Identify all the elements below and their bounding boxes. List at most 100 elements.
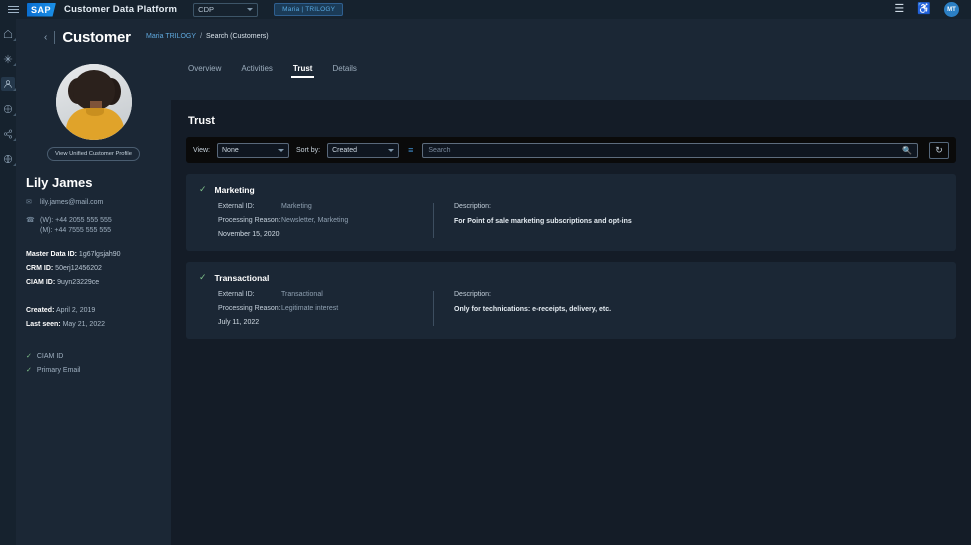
view-select[interactable]: None	[217, 143, 289, 158]
customer-avatar	[56, 64, 132, 140]
tab-bar: Overview Activities Trust Details	[171, 19, 971, 78]
breadcrumb-tenant[interactable]: Maria TRILOGY	[146, 33, 196, 40]
back-button[interactable]: ‹	[44, 32, 47, 43]
external-id-label: External ID:	[218, 203, 281, 210]
home-icon	[3, 29, 13, 39]
tab-overview[interactable]: Overview	[188, 64, 221, 78]
check-icon: ✓	[199, 184, 207, 195]
card-left-column: External ID: Transactional Processing Re…	[218, 291, 433, 326]
layers-icon[interactable]: ☰	[894, 4, 904, 15]
sort-label: Sort by:	[296, 147, 320, 154]
consent-title: Transactional	[215, 273, 270, 283]
customer-photo	[56, 64, 132, 140]
person-icon	[3, 79, 13, 89]
card-body: External ID: Marketing Processing Reason…	[199, 203, 943, 238]
sort-select[interactable]: Created	[327, 143, 399, 158]
tab-activities[interactable]: Activities	[241, 64, 273, 78]
processing-reason-label: Processing Reason:	[218, 217, 281, 224]
check-icon: ✓	[26, 364, 32, 378]
search-icon[interactable]: 🔍	[902, 146, 912, 155]
headset-icon[interactable]: ♿	[917, 4, 931, 15]
flag-ciam-id-label: CIAM ID	[37, 350, 63, 364]
consent-date: November 15, 2020	[218, 231, 433, 238]
sidebar-item-customer[interactable]	[1, 77, 15, 91]
last-seen-row: Last seen: May 21, 2022	[26, 318, 171, 332]
last-seen-value: May 21, 2022	[63, 321, 105, 328]
flag-primary-email-label: Primary Email	[37, 364, 81, 378]
search-box[interactable]: 🔍	[422, 143, 918, 158]
sap-logo: SAP	[27, 3, 56, 17]
external-id-value: Marketing	[281, 203, 312, 210]
view-select-value: None	[222, 147, 239, 154]
main-content: Overview Activities Trust Details Trust …	[171, 19, 971, 545]
tab-details[interactable]: Details	[332, 64, 356, 78]
customer-email[interactable]: lily.james@mail.com	[40, 198, 103, 208]
card-header: ✓ Marketing	[199, 184, 943, 195]
consent-card-transactional[interactable]: ✓ Transactional External ID: Transaction…	[186, 262, 956, 339]
processing-reason-row: Processing Reason: Legitimate interest	[218, 305, 433, 312]
external-id-row: External ID: Transactional	[218, 291, 433, 298]
sidebar-item-home[interactable]	[1, 27, 15, 41]
app-title: Customer Data Platform	[64, 4, 177, 15]
consent-date: July 11, 2022	[218, 319, 433, 326]
sort-descending-icon[interactable]: ≡	[408, 146, 413, 155]
page-title: Customer	[62, 29, 130, 46]
ciam-id-value: 9uyn23229ce	[57, 279, 99, 286]
tab-trust[interactable]: Trust	[293, 64, 313, 78]
external-id-value: Transactional	[281, 291, 323, 298]
external-id-label: External ID:	[218, 291, 281, 298]
ciam-id-label: CIAM ID:	[26, 279, 55, 286]
avatar[interactable]: MT	[944, 2, 959, 17]
last-seen-label: Last seen:	[26, 321, 61, 328]
refresh-button[interactable]: ↻	[929, 142, 949, 159]
sidebar-item-segments[interactable]	[1, 102, 15, 116]
view-unified-customer-profile-button[interactable]: View Unified Customer Profile	[47, 147, 140, 161]
customer-phone-row: ☎ (W): +44 2055 555 555 (M): +44 7555 55…	[26, 216, 171, 236]
consent-card-marketing[interactable]: ✓ Marketing External ID: Marketing Proce…	[186, 174, 956, 251]
customer-name: Lily James	[26, 175, 171, 190]
trust-toolbar: View: None Sort by: Created ≡ 🔍 ↻	[186, 137, 956, 163]
top-bar: SAP Customer Data Platform CDP Maria | T…	[0, 0, 971, 19]
card-right-column: Description: Only for technications: e-r…	[454, 291, 943, 326]
processing-reason-value: Legitimate interest	[281, 305, 338, 312]
customer-flags: ✓ CIAM ID ✓ Primary Email	[26, 350, 171, 378]
flow-icon	[3, 54, 13, 64]
hamburger-icon[interactable]	[8, 6, 19, 13]
card-left-column: External ID: Marketing Processing Reason…	[218, 203, 433, 238]
search-input[interactable]	[428, 147, 902, 154]
workspace-select[interactable]: CDP	[193, 3, 258, 17]
flag-ciam-id: ✓ CIAM ID	[26, 350, 171, 364]
workspace-select-value: CDP	[198, 5, 214, 14]
sidebar-item-flow[interactable]	[1, 52, 15, 66]
panel-title: Trust	[188, 115, 956, 127]
master-data-id-row: Master Data ID: 1g67lgsjah90	[26, 248, 171, 262]
sidebar-item-global[interactable]	[1, 152, 15, 166]
chevron-down-icon	[278, 149, 284, 152]
description-value: For Point of sale marketing subscription…	[454, 218, 943, 225]
created-value: April 2, 2019	[56, 307, 95, 314]
breadcrumb-trail: Maria TRILOGY / Search (Customers)	[146, 33, 269, 40]
mail-icon: ✉	[26, 198, 35, 208]
phone-icon: ☎	[26, 216, 35, 226]
processing-reason-value: Newsletter, Marketing	[281, 217, 348, 224]
created-label: Created:	[26, 307, 54, 314]
chevron-down-icon	[247, 8, 253, 11]
breadcrumb-separator: /	[200, 33, 202, 40]
ciam-id-row: CIAM ID: 9uyn23229ce	[26, 276, 171, 290]
check-icon: ✓	[26, 350, 32, 364]
tenant-badge[interactable]: Maria | TRILOGY	[274, 3, 343, 16]
share-icon	[3, 129, 13, 139]
customer-meta: Created: April 2, 2019 Last seen: May 21…	[26, 304, 171, 332]
processing-reason-row: Processing Reason: Newsletter, Marketing	[218, 217, 433, 224]
crm-id-row: CRM ID: 50erj12456202	[26, 262, 171, 276]
description-value: Only for technications: e-receipts, deli…	[454, 306, 943, 313]
sidebar-item-connections[interactable]	[1, 127, 15, 141]
divider	[54, 31, 55, 44]
description-label: Description:	[454, 291, 943, 298]
target-icon	[3, 104, 13, 114]
consent-title: Marketing	[215, 185, 255, 195]
customer-email-row: ✉ lily.james@mail.com	[26, 198, 171, 208]
globe-icon	[3, 154, 13, 164]
flag-primary-email: ✓ Primary Email	[26, 364, 171, 378]
sidebar-rail	[0, 19, 16, 545]
